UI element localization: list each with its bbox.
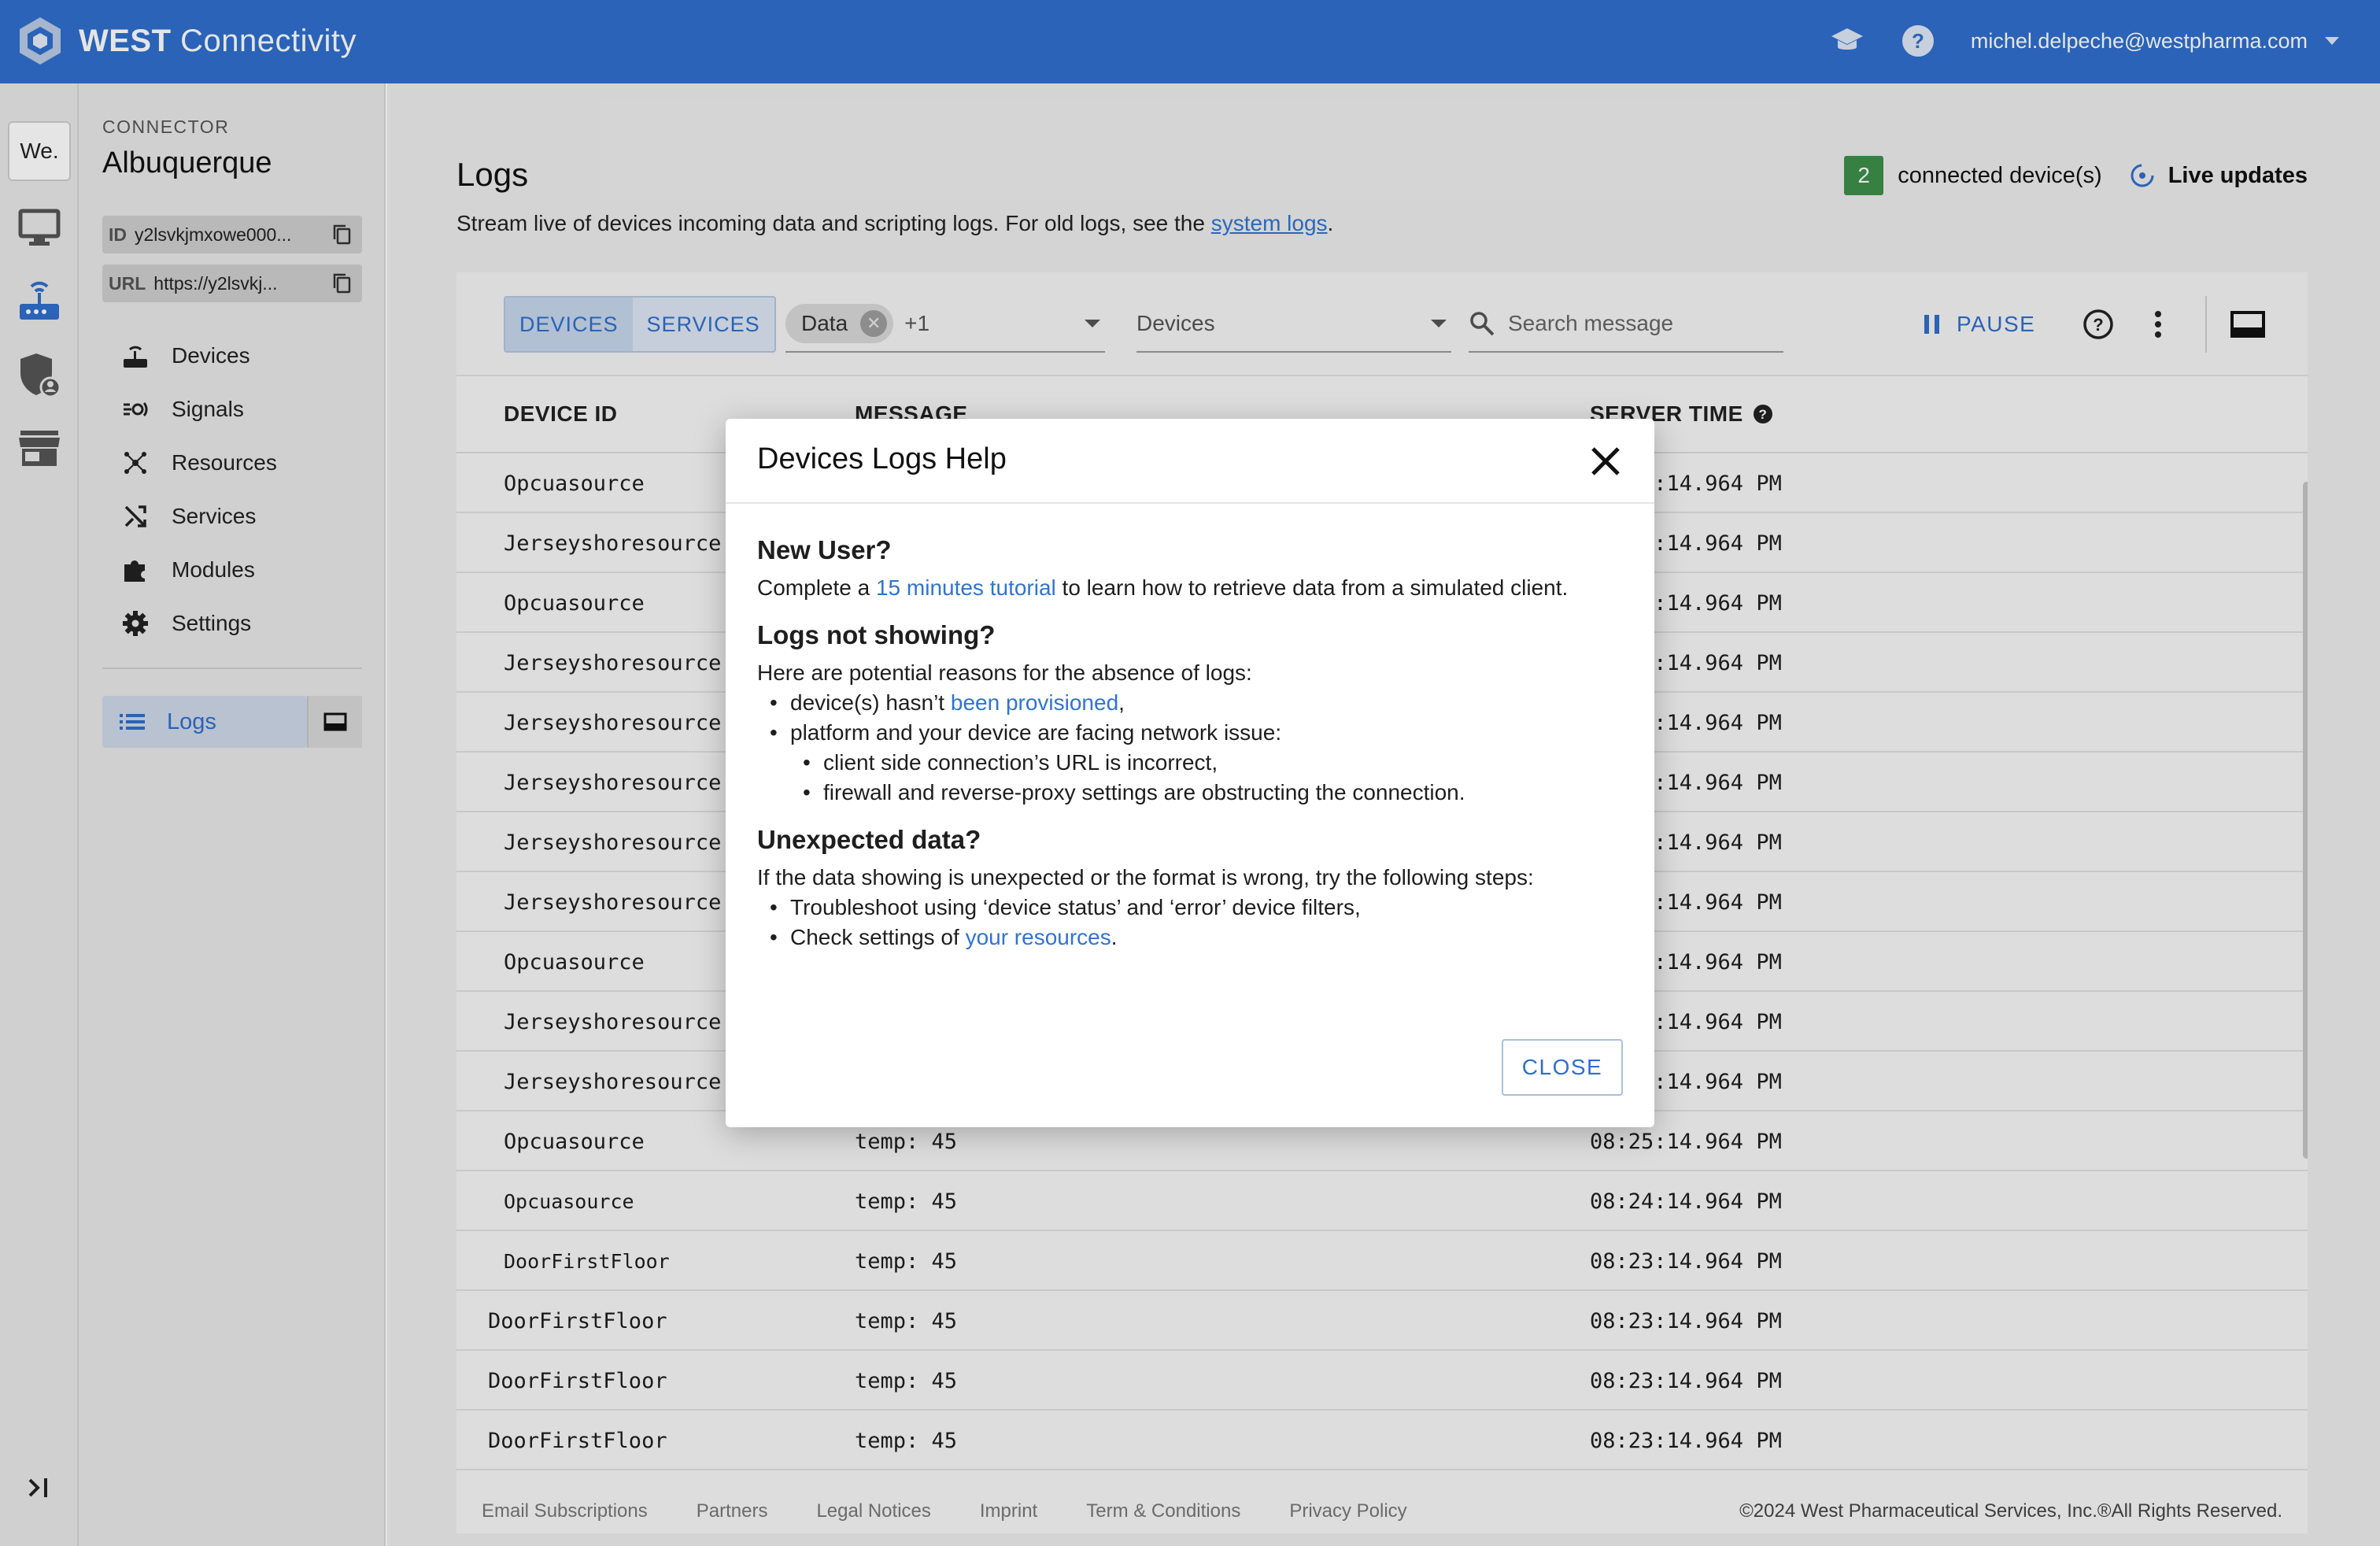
list-subitem: client side connection’s URL is incorrec… bbox=[757, 748, 1623, 778]
logs-heading: Logs not showing? bbox=[757, 620, 996, 649]
item-prefix: device(s) hasn’t bbox=[790, 690, 951, 715]
logs-reasons-list: device(s) hasn’t been provisioned, platf… bbox=[757, 688, 1623, 808]
list-item: Troubleshoot using ‘device status’ and ‘… bbox=[757, 893, 1623, 923]
dialog-title: Devices Logs Help bbox=[757, 442, 1007, 475]
new-user-text: Complete a 15 minutes tutorial to learn … bbox=[757, 573, 1623, 603]
list-item: platform and your device are facing netw… bbox=[757, 718, 1623, 748]
tutorial-link[interactable]: 15 minutes tutorial bbox=[876, 575, 1056, 600]
data-heading: Unexpected data? bbox=[757, 825, 981, 854]
dialog-header: Devices Logs Help bbox=[726, 419, 1654, 504]
new-user-suffix: to learn how to retrieve data from a sim… bbox=[1055, 575, 1569, 600]
help-dialog: Devices Logs Help New User? Complete a 1… bbox=[726, 419, 1654, 1127]
new-user-prefix: Complete a bbox=[757, 575, 876, 600]
data-intro: If the data showing is unexpected or the… bbox=[757, 865, 1534, 890]
close-button[interactable]: CLOSE bbox=[1502, 1039, 1623, 1096]
section-new-user: New User? Complete a 15 minutes tutorial… bbox=[757, 535, 1623, 603]
item-prefix: Check settings of bbox=[790, 925, 966, 949]
new-user-heading: New User? bbox=[757, 535, 892, 564]
item-suffix: . bbox=[1111, 925, 1118, 949]
section-unexpected-data: Unexpected data? If the data showing is … bbox=[757, 825, 1623, 952]
close-icon[interactable] bbox=[1588, 444, 1623, 479]
list-item: device(s) hasn’t been provisioned, bbox=[757, 688, 1623, 718]
dialog-body: New User? Complete a 15 minutes tutorial… bbox=[757, 535, 1623, 970]
resources-link[interactable]: your resources bbox=[966, 925, 1111, 949]
data-steps-list: Troubleshoot using ‘device status’ and ‘… bbox=[757, 893, 1623, 952]
item-suffix: , bbox=[1118, 690, 1125, 715]
list-subitem: firewall and reverse-proxy settings are … bbox=[757, 778, 1623, 808]
section-logs-not-showing: Logs not showing? Here are potential rea… bbox=[757, 620, 1623, 808]
list-item: Check settings of your resources. bbox=[757, 923, 1623, 952]
logs-intro: Here are potential reasons for the absen… bbox=[757, 660, 1252, 685]
provisioned-link[interactable]: been provisioned bbox=[951, 690, 1118, 715]
